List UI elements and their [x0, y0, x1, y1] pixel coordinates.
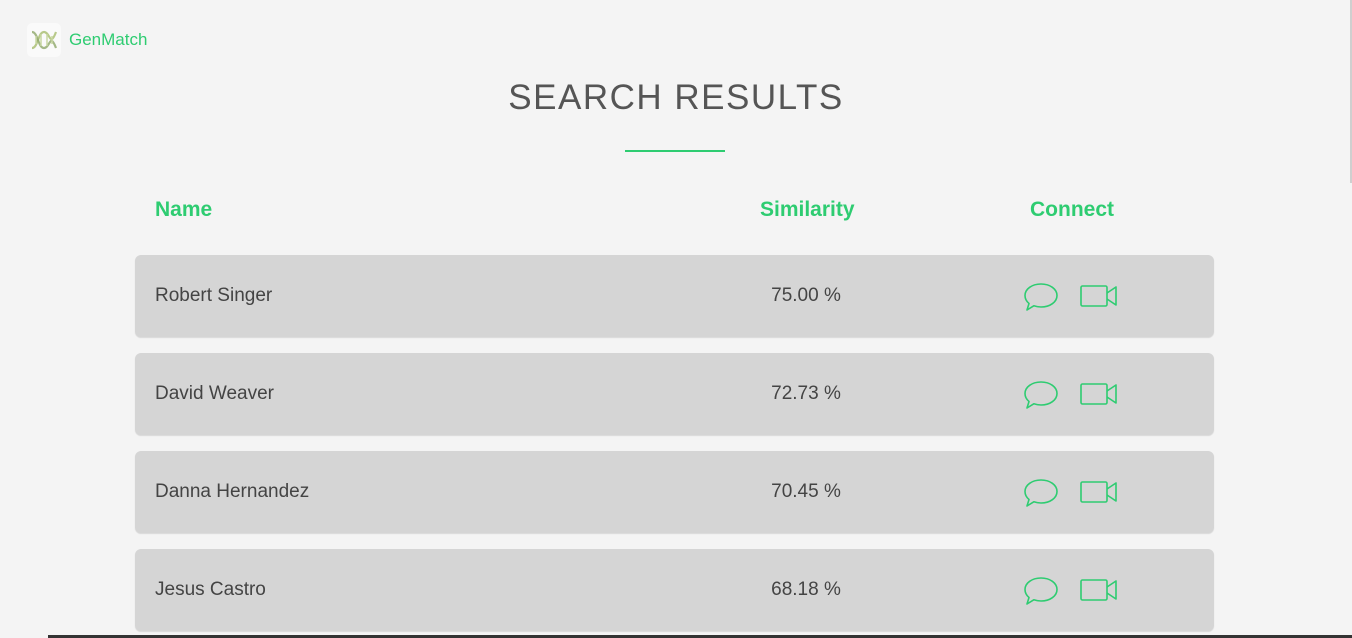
result-name: Robert Singer [155, 285, 273, 306]
brand-name[interactable]: GenMatch [69, 30, 147, 50]
title-divider [625, 150, 725, 152]
result-row: Danna Hernandez 70.45 % [135, 451, 1214, 533]
result-row: Jesus Castro 68.18 % [135, 549, 1214, 631]
chat-icon[interactable] [1023, 380, 1059, 410]
video-call-icon[interactable] [1080, 578, 1118, 602]
brand[interactable]: GenMatch [27, 23, 147, 57]
dna-icon [27, 23, 61, 57]
result-similarity: 75.00 % [771, 285, 841, 306]
result-similarity: 70.45 % [771, 481, 841, 502]
result-name: David Weaver [155, 383, 274, 404]
result-name: Jesus Castro [155, 579, 266, 600]
video-call-icon[interactable] [1080, 284, 1118, 308]
video-call-icon[interactable] [1080, 480, 1118, 504]
chat-icon[interactable] [1023, 282, 1059, 312]
result-name: Danna Hernandez [155, 481, 310, 502]
page-title: SEARCH RESULTS [508, 78, 844, 117]
column-header-name: Name [155, 198, 213, 221]
video-call-icon[interactable] [1080, 382, 1118, 406]
chat-icon[interactable] [1023, 576, 1059, 606]
result-row: David Weaver 72.73 % [135, 353, 1214, 435]
result-similarity: 68.18 % [771, 579, 841, 600]
column-header-connect: Connect [1030, 198, 1114, 221]
result-similarity: 72.73 % [771, 383, 841, 404]
page: GenMatch SEARCH RESULTS Name Similarity … [0, 0, 1352, 638]
result-row: Robert Singer 75.00 % [135, 255, 1214, 337]
column-header-similarity: Similarity [760, 198, 855, 221]
chat-icon[interactable] [1023, 478, 1059, 508]
